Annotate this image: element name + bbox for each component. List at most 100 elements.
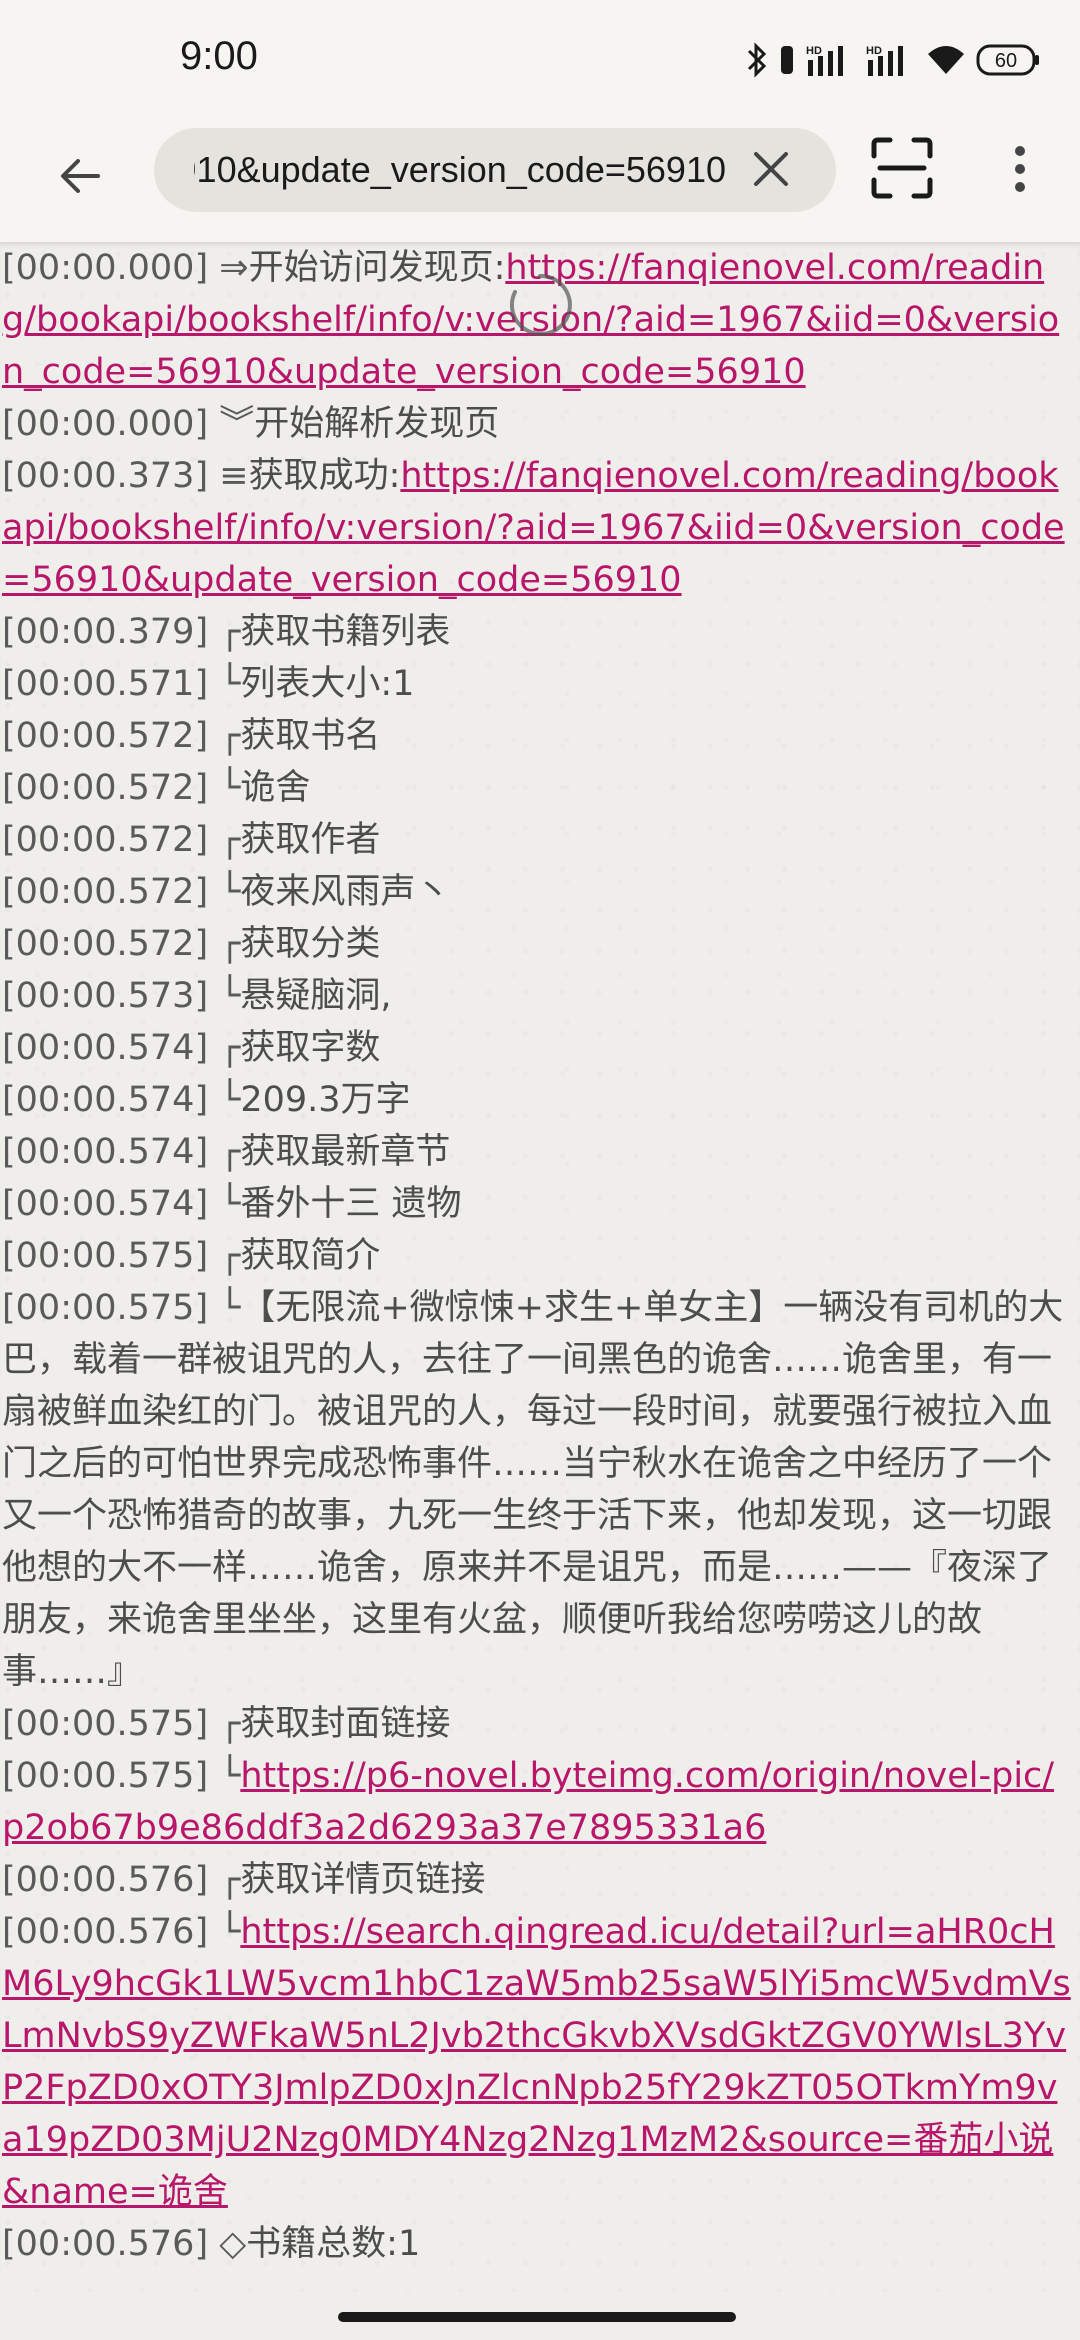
hd-signal-icon: HD <box>866 42 916 78</box>
log-line: [00:00.571] └列表大小:1 <box>2 658 1074 710</box>
log-line: [00:00.574] ┌获取最新章节 <box>2 1126 1074 1178</box>
log-message: 列表大小:1 <box>240 664 415 704</box>
scan-button[interactable] <box>866 134 938 206</box>
log-line: [00:00.572] ┌获取作者 <box>2 814 1074 866</box>
log-line: [00:00.575] └https://p6-novel.byteimg.co… <box>2 1750 1074 1854</box>
log-timestamp: [00:00.574] <box>2 1028 209 1068</box>
log-message: 获取最新章节 <box>240 1132 451 1172</box>
log-link[interactable]: https://search.qingread.icu/detail?url=a… <box>2 1912 1071 2212</box>
log-marker: ┌ <box>208 1132 241 1172</box>
log-timestamp: [00:00.575] <box>2 1704 209 1744</box>
log-marker: └ <box>208 768 241 808</box>
log-message: 书籍总数:1 <box>246 2224 421 2264</box>
svg-text:HD: HD <box>806 45 822 57</box>
log-line: [00:00.576] └https://search.qingread.icu… <box>2 1906 1074 2218</box>
log-timestamp: [00:00.574] <box>2 1184 209 1224</box>
log-line: [00:00.576] ┌获取详情页链接 <box>2 1854 1074 1906</box>
log-line: [00:00.576] ◇书籍总数:1 <box>2 2218 1074 2270</box>
log-message: 获取详情页链接 <box>240 1860 486 1900</box>
log-line: [00:00.572] ┌获取书名 <box>2 710 1074 762</box>
log-line: [00:00.574] ┌获取字数 <box>2 1022 1074 1074</box>
log-message: 获取作者 <box>240 820 381 860</box>
log-timestamp: [00:00.379] <box>2 612 209 652</box>
log-marker: └ <box>208 1288 241 1328</box>
log-timestamp: [00:00.575] <box>2 1756 209 1796</box>
log-timestamp: [00:00.572] <box>2 768 209 808</box>
log-line: [00:00.575] ┌获取简介 <box>2 1230 1074 1282</box>
log-line: [00:00.000] ︾开始解析发现页 <box>2 398 1074 450</box>
log-line: [00:00.572] └夜来风雨声丶 <box>2 866 1074 918</box>
url-text[interactable]: https://fanqienovel.com/reading/bookapi/… <box>194 146 726 194</box>
log-message: 开始解析发现页 <box>254 404 500 444</box>
close-icon <box>751 149 791 193</box>
clear-url-button[interactable] <box>746 146 796 196</box>
log-marker: ┌ <box>208 924 241 964</box>
log-timestamp: [00:00.373] <box>2 456 209 496</box>
status-bar: 9:00 HD HD 60 <box>0 0 1080 120</box>
log-timestamp: [00:00.572] <box>2 716 209 756</box>
log-message: 夜来风雨声丶 <box>240 872 451 912</box>
log-timestamp: [00:00.573] <box>2 976 209 1016</box>
log-line: [00:00.575] ┌获取封面链接 <box>2 1698 1074 1750</box>
log-marker: ┌ <box>208 612 241 652</box>
log-marker: ◇ <box>208 2224 247 2264</box>
log-line: [00:00.573] └悬疑脑洞, <box>2 970 1074 1022</box>
log-message: 209.3万字 <box>240 1080 411 1120</box>
log-timestamp: [00:00.576] <box>2 2224 209 2264</box>
log-message: 获取书籍列表 <box>240 612 451 652</box>
battery-level: 60 <box>995 50 1017 72</box>
log-message: 获取封面链接 <box>240 1704 451 1744</box>
url-bar[interactable]: https://fanqienovel.com/reading/bookapi/… <box>154 128 836 212</box>
loading-spinner-icon <box>505 270 575 340</box>
log-marker: ︾ <box>208 404 255 444</box>
log-message: 诡舍 <box>240 768 311 808</box>
log-marker: ┌ <box>208 716 241 756</box>
log-marker: ┌ <box>208 820 241 860</box>
log-content[interactable]: [00:00.000] ⇒开始访问发现页:https://fanqienovel… <box>0 242 1080 2292</box>
more-options-button[interactable] <box>990 136 1050 206</box>
log-timestamp: [00:00.575] <box>2 1236 209 1276</box>
log-timestamp: [00:00.576] <box>2 1912 209 1952</box>
log-line: [00:00.575] └【无限流+微惊悚+求生+单女主】一辆没有司机的大巴，载… <box>2 1282 1074 1698</box>
log-timestamp: [00:00.576] <box>2 1860 209 1900</box>
more-vert-icon <box>1013 144 1027 198</box>
log-timestamp: [00:00.572] <box>2 872 209 912</box>
log-marker: └ <box>208 1080 241 1120</box>
log-marker: ⇒ <box>208 248 249 288</box>
log-marker: ┌ <box>208 1028 241 1068</box>
svg-text:HD: HD <box>866 45 882 57</box>
back-button[interactable] <box>40 138 120 218</box>
log-line: [00:00.574] └番外十三 遗物 <box>2 1178 1074 1230</box>
log-message: 开始访问发现页: <box>248 248 506 288</box>
log-timestamp: [00:00.572] <box>2 820 209 860</box>
log-marker: └ <box>208 872 241 912</box>
log-marker: └ <box>208 976 241 1016</box>
scan-icon <box>870 136 934 204</box>
vibrate-icon <box>778 42 796 78</box>
log-marker: └ <box>208 1912 241 1952</box>
log-message: 获取成功: <box>248 456 401 496</box>
arrow-left-icon <box>56 152 104 204</box>
log-timestamp: [00:00.571] <box>2 664 209 704</box>
log-marker: └ <box>208 1184 241 1224</box>
log-marker: ┌ <box>208 1704 241 1744</box>
hd-signal-icon: HD <box>806 42 856 78</box>
log-marker: ┌ <box>208 1236 241 1276</box>
log-message: 获取字数 <box>240 1028 381 1068</box>
home-indicator[interactable] <box>338 2312 736 2322</box>
log-timestamp: [00:00.000] <box>2 404 209 444</box>
status-time: 9:00 <box>180 34 258 78</box>
log-message: 【无限流+微惊悚+求生+单女主】一辆没有司机的大巴，载着一群被诅咒的人，去往了一… <box>2 1288 1064 1692</box>
navigation-bar <box>0 2292 1080 2340</box>
log-message: 获取简介 <box>240 1236 381 1276</box>
log-line: [00:00.379] ┌获取书籍列表 <box>2 606 1074 658</box>
status-icons: HD HD 60 <box>746 38 1040 82</box>
log-message: 获取分类 <box>240 924 381 964</box>
log-line: [00:00.574] └209.3万字 <box>2 1074 1074 1126</box>
bluetooth-icon <box>746 42 768 78</box>
browser-toolbar: https://fanqienovel.com/reading/bookapi/… <box>0 120 1080 242</box>
log-marker: ≡ <box>208 456 249 496</box>
battery-icon: 60 <box>976 42 1040 78</box>
log-marker: ┌ <box>208 1860 241 1900</box>
log-timestamp: [00:00.572] <box>2 924 209 964</box>
